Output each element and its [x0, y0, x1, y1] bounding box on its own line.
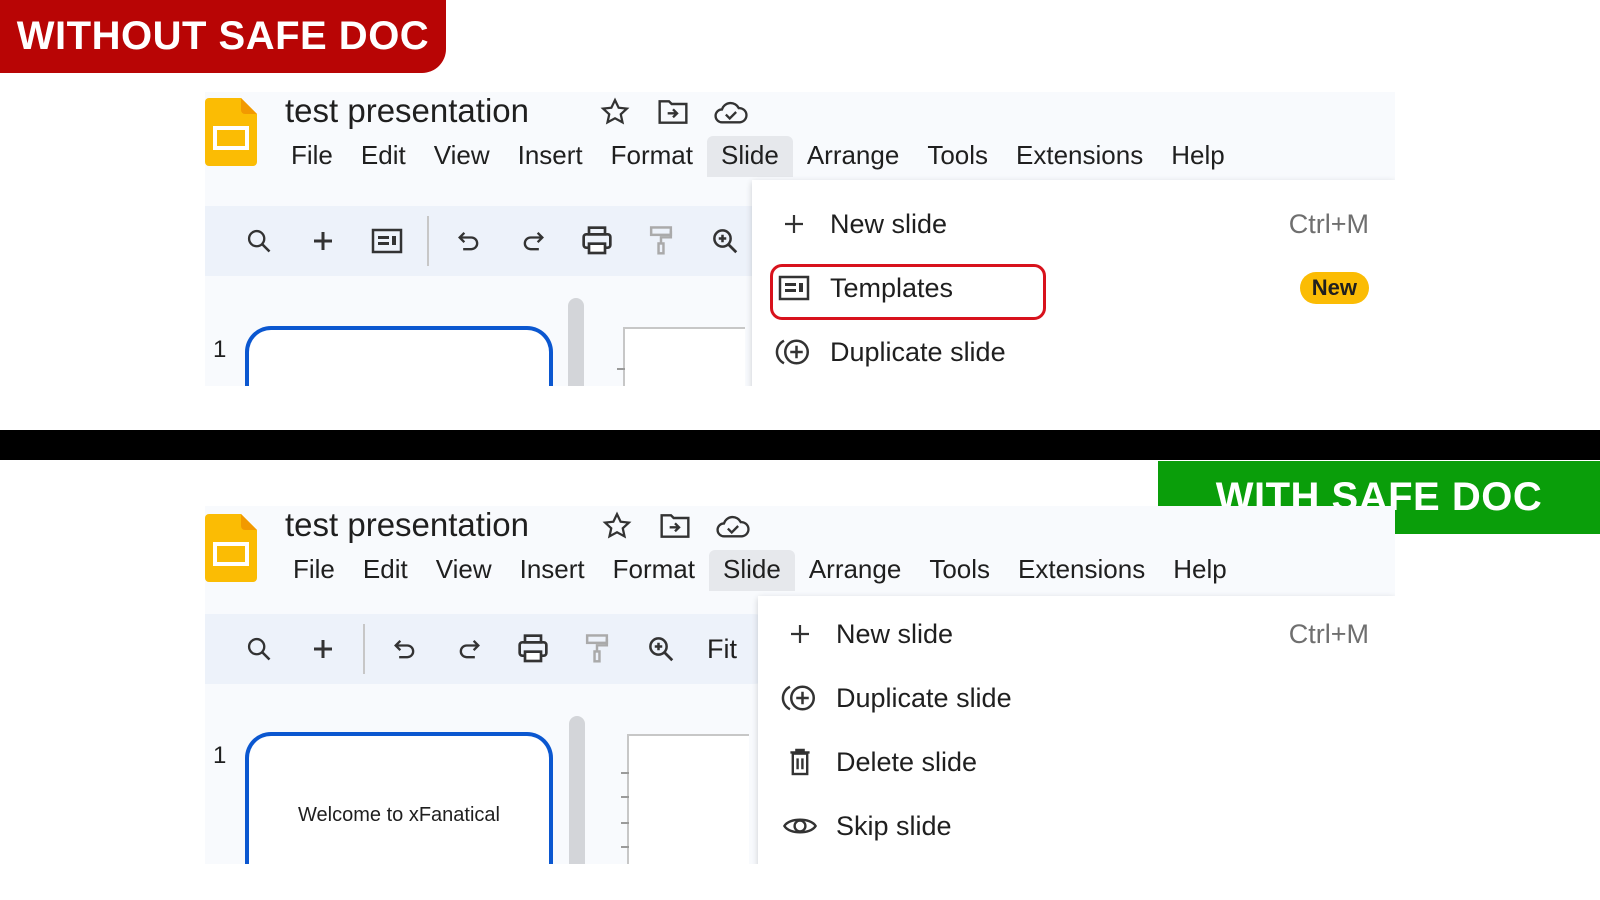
toolbar-separator	[427, 216, 429, 266]
menu-item-new-slide[interactable]: New slide Ctrl+M	[752, 196, 1395, 252]
star-icon[interactable]	[597, 94, 633, 130]
banner-label: WITHOUT SAFE DOC	[16, 14, 430, 58]
search-icon[interactable]	[227, 627, 291, 671]
menu-item-label: Duplicate slide	[830, 336, 1006, 367]
toolbar	[205, 206, 787, 276]
filmstrip-scrollbar[interactable]	[568, 298, 584, 386]
menu-item-duplicate-slide[interactable]: Duplicate slide	[758, 670, 1395, 726]
shortcut-label: Ctrl+M	[1288, 618, 1369, 649]
menu-item-skip-slide[interactable]: Skip slide	[758, 798, 1395, 854]
menu-format[interactable]: Format	[599, 550, 709, 591]
slides-window-with-safe-doc: test presentation File Edit View Insert …	[205, 506, 1395, 864]
menu-slide[interactable]: Slide	[706, 136, 793, 177]
zoom-icon[interactable]	[629, 627, 693, 671]
menu-item-label: New slide	[836, 618, 954, 649]
menu-item-label: Duplicate slide	[836, 682, 1012, 713]
menu-item-delete-slide[interactable]: Delete slide	[758, 734, 1395, 790]
ruler-tick	[621, 796, 629, 798]
plus-icon	[780, 614, 820, 654]
duplicate-icon	[774, 332, 814, 372]
toolbar-separator	[363, 624, 365, 674]
cloud-saved-icon[interactable]	[715, 508, 751, 544]
menu-format[interactable]: Format	[597, 136, 707, 177]
slide-number: 1	[213, 742, 227, 769]
templates-highlight-outline	[770, 264, 1046, 320]
star-icon[interactable]	[599, 508, 635, 544]
trash-icon	[780, 742, 820, 782]
slide-canvas[interactable]	[623, 327, 745, 386]
ruler-tick	[617, 368, 625, 370]
menu-tools[interactable]: Tools	[913, 136, 1002, 177]
new-badge: New	[1299, 272, 1369, 304]
menu-item-label: Skip slide	[836, 810, 952, 841]
paint-format-icon[interactable]	[565, 627, 629, 671]
move-to-folder-icon[interactable]	[655, 94, 691, 130]
zoom-fit-select[interactable]: Fit	[693, 634, 737, 665]
menu-edit[interactable]: Edit	[347, 136, 420, 177]
shortcut-label: Ctrl+M	[1288, 208, 1369, 239]
redo-icon[interactable]	[437, 627, 501, 671]
menu-file[interactable]: File	[277, 136, 347, 177]
slides-logo-icon[interactable]	[205, 98, 257, 166]
eye-icon	[780, 806, 820, 846]
menu-slide[interactable]: Slide	[708, 550, 795, 591]
undo-icon[interactable]	[373, 627, 437, 671]
menu-insert[interactable]: Insert	[506, 550, 599, 591]
menu-arrange[interactable]: Arrange	[795, 550, 916, 591]
print-icon[interactable]	[501, 627, 565, 671]
paint-format-icon[interactable]	[629, 219, 693, 263]
new-slide-icon[interactable]	[291, 219, 355, 263]
menu-view[interactable]: View	[422, 550, 506, 591]
filmstrip-scrollbar[interactable]	[569, 716, 585, 864]
search-icon[interactable]	[227, 219, 291, 263]
slide-number: 1	[213, 336, 227, 363]
slide-menu-dropdown: New slide Ctrl+M Duplicate slide Delete …	[758, 596, 1395, 864]
ruler-tick	[621, 822, 629, 824]
ruler-tick	[621, 846, 629, 848]
templates-icon[interactable]	[355, 219, 419, 263]
section-divider	[0, 430, 1600, 460]
menu-extensions[interactable]: Extensions	[1004, 550, 1159, 591]
slide-thumbnail-text: Welcome to xFanatical	[298, 804, 500, 826]
without-safe-doc-banner: WITHOUT SAFE DOC	[0, 0, 446, 73]
duplicate-icon	[780, 678, 820, 718]
menu-tools[interactable]: Tools	[915, 550, 1004, 591]
menu-bar: File Edit View Insert Format Slide Arran…	[279, 550, 1241, 591]
slide-thumbnail[interactable]: Welcome to xFanatical	[245, 732, 553, 864]
slide-thumbnail[interactable]	[245, 326, 553, 386]
toolbar: Fit	[205, 614, 787, 684]
slide-canvas[interactable]	[627, 734, 749, 864]
undo-icon[interactable]	[437, 219, 501, 263]
ruler-tick	[621, 772, 629, 774]
menu-item-new-slide[interactable]: New slide Ctrl+M	[758, 606, 1395, 662]
menu-item-duplicate-slide[interactable]: Duplicate slide	[752, 324, 1395, 380]
new-slide-icon[interactable]	[291, 627, 355, 671]
menu-edit[interactable]: Edit	[349, 550, 422, 591]
slides-window-without-safe-doc: test presentation File Edit View Insert …	[205, 92, 1395, 386]
menu-view[interactable]: View	[420, 136, 504, 177]
menu-insert[interactable]: Insert	[504, 136, 597, 177]
slide-menu-dropdown: New slide Ctrl+M Templates New Duplicate…	[752, 180, 1395, 386]
menu-item-label: New slide	[830, 208, 948, 239]
menu-help[interactable]: Help	[1157, 136, 1238, 177]
redo-icon[interactable]	[501, 219, 565, 263]
menu-item-label: Delete slide	[836, 746, 978, 777]
menu-file[interactable]: File	[279, 550, 349, 591]
menu-extensions[interactable]: Extensions	[1002, 136, 1157, 177]
menu-help[interactable]: Help	[1159, 550, 1240, 591]
print-icon[interactable]	[565, 219, 629, 263]
document-title[interactable]: test presentation	[285, 92, 529, 130]
menu-arrange[interactable]: Arrange	[793, 136, 914, 177]
cloud-saved-icon[interactable]	[713, 94, 749, 130]
plus-icon	[774, 204, 814, 244]
move-to-folder-icon[interactable]	[657, 508, 693, 544]
slides-logo-icon[interactable]	[205, 514, 257, 582]
document-title[interactable]: test presentation	[285, 506, 529, 544]
zoom-icon[interactable]	[693, 219, 757, 263]
menu-bar: File Edit View Insert Format Slide Arran…	[277, 136, 1239, 177]
